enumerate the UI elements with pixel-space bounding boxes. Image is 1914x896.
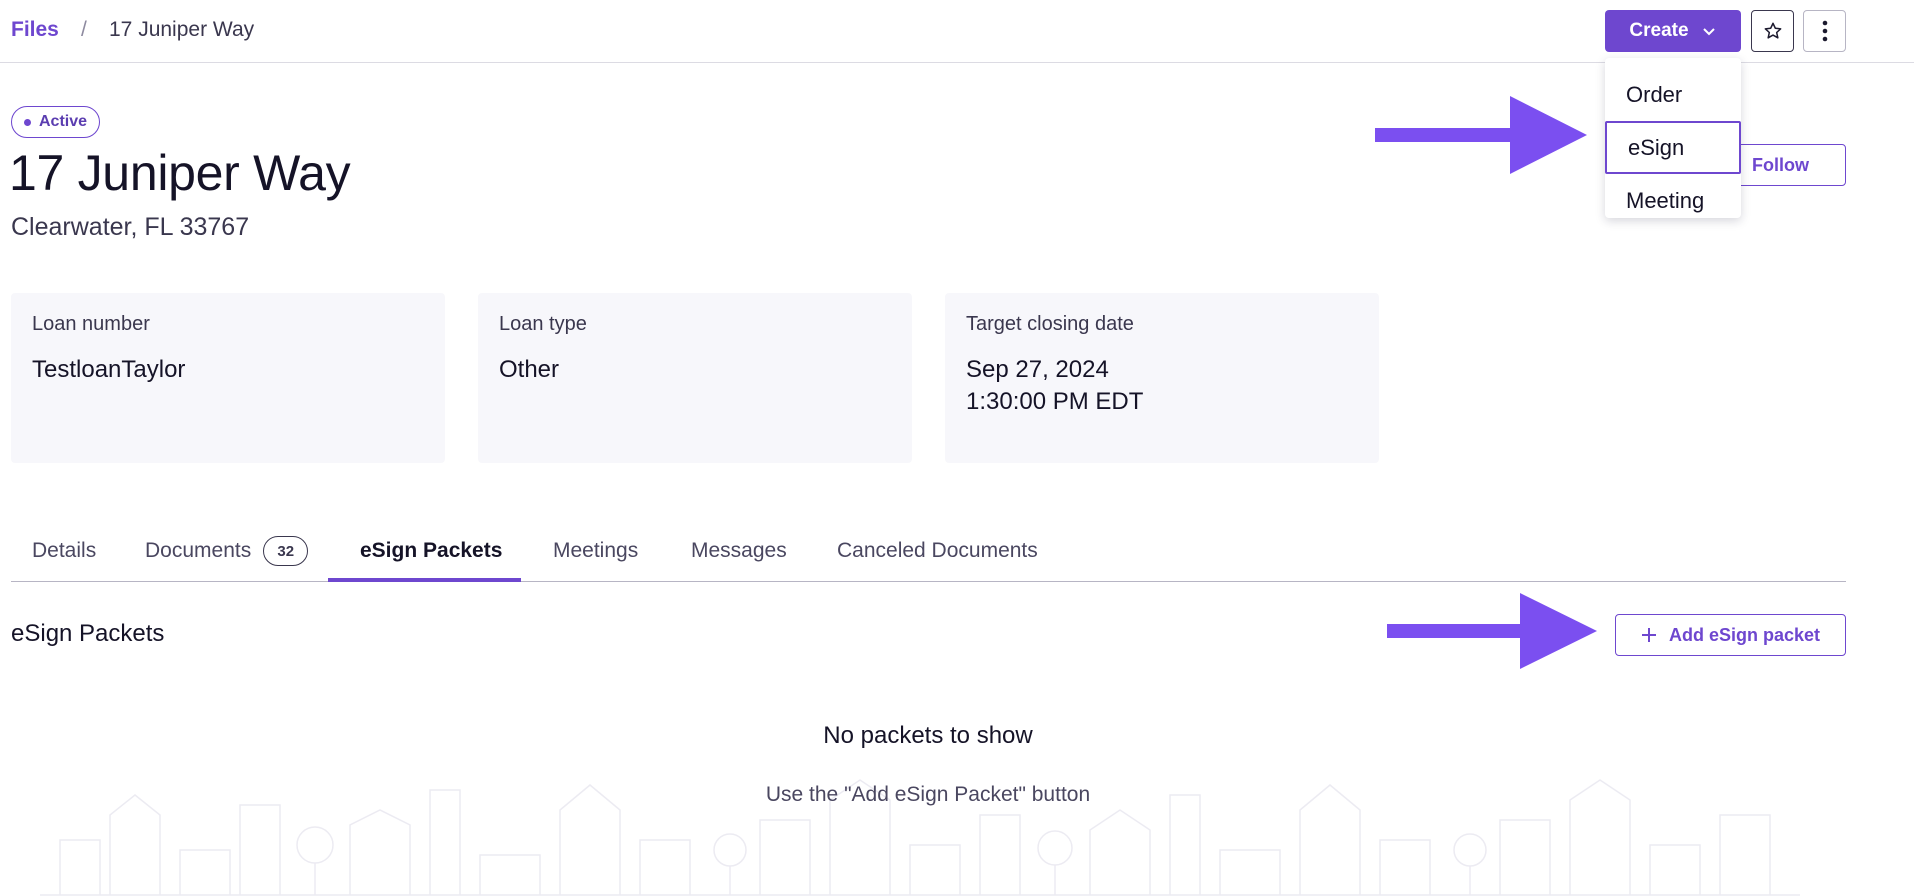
menu-item-meeting[interactable]: Meeting [1605, 174, 1741, 227]
tab-details[interactable]: Details [32, 520, 96, 582]
tab-label: Details [32, 539, 97, 562]
menu-item-esign[interactable]: eSign [1605, 121, 1741, 174]
tab-label: Meetings [553, 539, 639, 562]
more-vertical-icon [1822, 20, 1827, 42]
menu-item-order[interactable]: Order [1605, 68, 1741, 121]
more-options-button[interactable] [1803, 10, 1846, 52]
tab-label: Canceled Documents [837, 539, 1038, 562]
annotation-arrow-add-packet [1387, 593, 1597, 669]
top-bar: Files / 17 Juniper Way Create [0, 0, 1914, 63]
favorite-button[interactable] [1751, 10, 1794, 52]
empty-state-title: No packets to show [823, 722, 1033, 749]
breadcrumb-current: 17 Juniper Way [109, 18, 255, 41]
card-value: TestloanTaylor [32, 356, 186, 383]
empty-state-text: Use the "Add eSign Packet" button [765, 783, 1091, 806]
card-value: Other [499, 356, 560, 383]
breadcrumb-files-link[interactable]: Files [11, 18, 59, 42]
create-button-label: Create [1629, 20, 1689, 41]
chevron-down-icon [1702, 28, 1715, 36]
card-value: Sep 27, 2024 1:30:00 PM EDT [966, 354, 1358, 418]
documents-count-badge: 32 [263, 536, 309, 566]
page-title: 17 Juniper Way [9, 145, 351, 201]
closing-date: Sep 27, 2024 [966, 356, 1109, 383]
status-dot [24, 118, 31, 126]
star-icon [1764, 22, 1781, 39]
status-label: Active [39, 113, 88, 130]
create-dropdown-menu: Order eSign Meeting [1605, 58, 1741, 218]
tab-messages[interactable]: Messages [691, 520, 787, 582]
card-target-closing-date: Target closing date Sep 27, 2024 1:30:00… [945, 293, 1379, 463]
card-label: Loan type [499, 313, 587, 335]
tab-label: eSign Packets [360, 539, 503, 562]
annotation-arrow-esign [1375, 96, 1587, 174]
breadcrumb-separator: / [81, 18, 87, 41]
closing-time: 1:30:00 PM EDT [966, 388, 1144, 415]
page-subtitle: Clearwater, FL 33767 [11, 213, 250, 241]
active-tab-indicator [328, 578, 521, 582]
add-esign-packet-label: Add eSign packet [1668, 624, 1821, 645]
section-title: eSign Packets [11, 620, 165, 647]
tab-canceled-documents[interactable]: Canceled Documents [837, 520, 1038, 582]
tab-documents[interactable]: Documents 32 [145, 520, 309, 582]
card-label: Loan number [32, 313, 150, 335]
status-badge: Active [11, 106, 101, 138]
plus-icon [1641, 628, 1656, 642]
card-loan-number: Loan number TestloanTaylor [11, 293, 445, 463]
tab-meetings[interactable]: Meetings [553, 520, 638, 582]
tab-label: Documents [145, 539, 252, 562]
tab-esign-packets[interactable]: eSign Packets [360, 520, 502, 582]
tab-label: Messages [691, 539, 787, 562]
card-label: Target closing date [966, 313, 1134, 335]
card-loan-type: Loan type Other [478, 293, 912, 463]
tab-bar: Details Documents 32 eSign Packets Meeti… [11, 520, 1846, 582]
create-button[interactable]: Create [1605, 10, 1741, 52]
add-esign-packet-button[interactable]: Add eSign packet [1615, 614, 1846, 656]
